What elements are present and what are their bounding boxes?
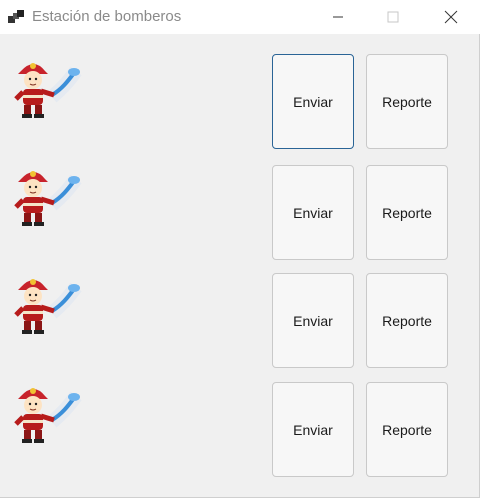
firefighter-icon [14,171,82,226]
firefighter-icon [14,63,82,118]
maximize-button[interactable] [370,0,416,34]
app-window: Estación de bomberos Enviar Reporte Envi… [0,0,480,498]
send-button[interactable]: Enviar [272,165,354,260]
send-button[interactable]: Enviar [272,54,354,149]
firefighter-icon [14,388,82,443]
firefighter-icon [14,279,82,334]
send-button[interactable]: Enviar [272,382,354,477]
window-title: Estación de bomberos [32,8,182,25]
station-row-2: Enviar Reporte [0,165,480,265]
send-button[interactable]: Enviar [272,273,354,368]
station-row-1: Enviar Reporte [0,54,480,154]
report-button[interactable]: Reporte [366,382,448,477]
maximize-icon [387,11,399,23]
minimize-icon [333,16,343,18]
minimize-button[interactable] [315,0,361,34]
report-button[interactable]: Reporte [366,273,448,368]
station-row-4: Enviar Reporte [0,382,480,482]
report-button[interactable]: Reporte [366,165,448,260]
report-button[interactable]: Reporte [366,54,448,149]
title-bar[interactable]: Estación de bomberos [0,0,480,34]
app-window-icon [8,10,24,23]
close-icon [444,10,458,24]
close-button[interactable] [428,0,474,34]
station-row-3: Enviar Reporte [0,273,480,373]
